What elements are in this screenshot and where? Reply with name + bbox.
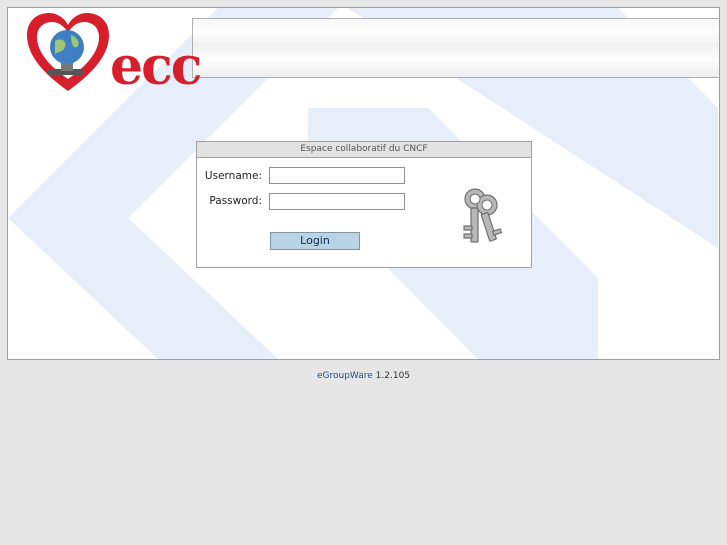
logo-text: ecc: [110, 36, 202, 97]
username-input[interactable]: [269, 167, 405, 184]
site-logo[interactable]: ecc: [25, 11, 202, 101]
password-label: Password:: [209, 195, 262, 207]
main-frame: ecc Espace collaboratif du CNCF Username…: [7, 7, 720, 360]
password-input[interactable]: [269, 193, 405, 210]
header-bar: [192, 18, 719, 78]
login-title: Espace collaboratif du CNCF: [197, 142, 531, 158]
version-text: 1.2.105: [375, 371, 411, 381]
footer: eGroupWare 1.2.105: [0, 371, 727, 381]
egroupware-link[interactable]: eGroupWare: [317, 371, 373, 381]
login-box: Espace collaboratif du CNCF Username: Pa…: [196, 141, 532, 268]
login-button[interactable]: Login: [270, 232, 360, 250]
heart-globe-logo-icon: [27, 13, 109, 91]
keys-icon: [463, 188, 503, 243]
username-label: Username:: [204, 170, 262, 182]
